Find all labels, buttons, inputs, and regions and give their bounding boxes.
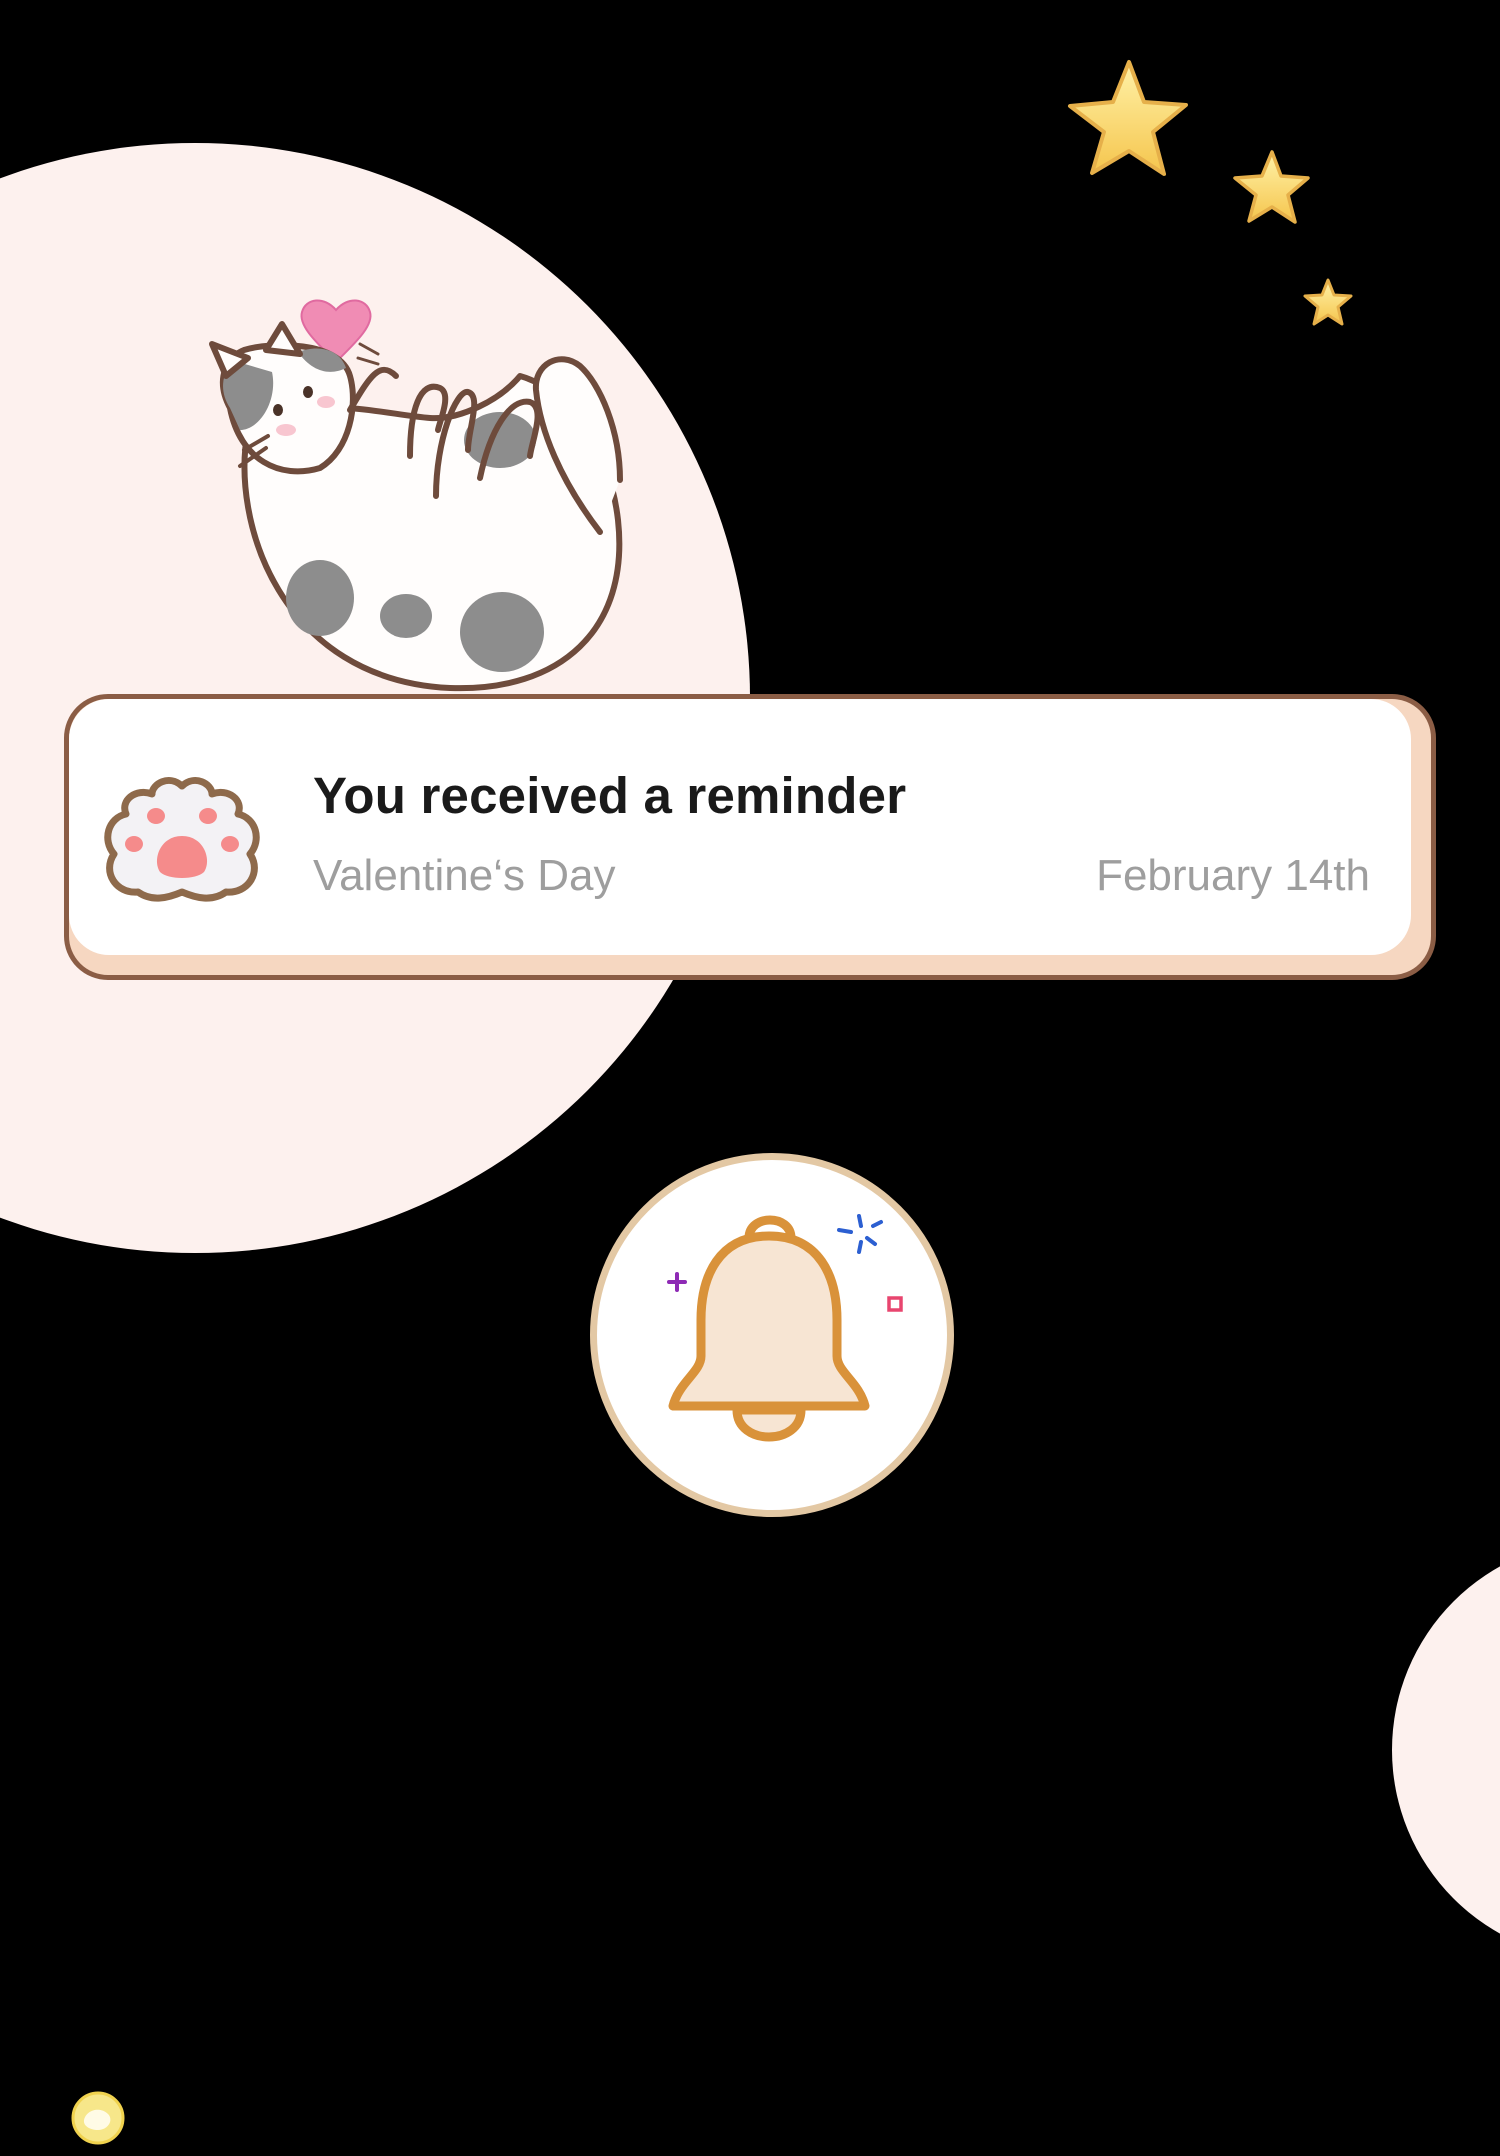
background-circle-right (1392, 1540, 1500, 1960)
reminder-screen: You received a reminder Valentine‘s Day … (0, 0, 1500, 2156)
notification-subtitle: Valentine‘s Day (313, 851, 616, 900)
bell-icon (667, 1214, 903, 1442)
moon-icon (71, 2091, 125, 2145)
notification-card[interactable] (69, 699, 1411, 955)
cat-illustration (209, 299, 623, 692)
bell-button[interactable] (590, 1153, 954, 1517)
star-icon-medium (1233, 150, 1310, 224)
star-icon-small (1303, 278, 1353, 326)
notification-title: You received a reminder (313, 767, 907, 824)
stars-decoration (1068, 60, 1353, 326)
paw-icon (104, 777, 260, 902)
notification-date: February 14th (1096, 851, 1370, 900)
star-icon-large (1068, 60, 1188, 176)
